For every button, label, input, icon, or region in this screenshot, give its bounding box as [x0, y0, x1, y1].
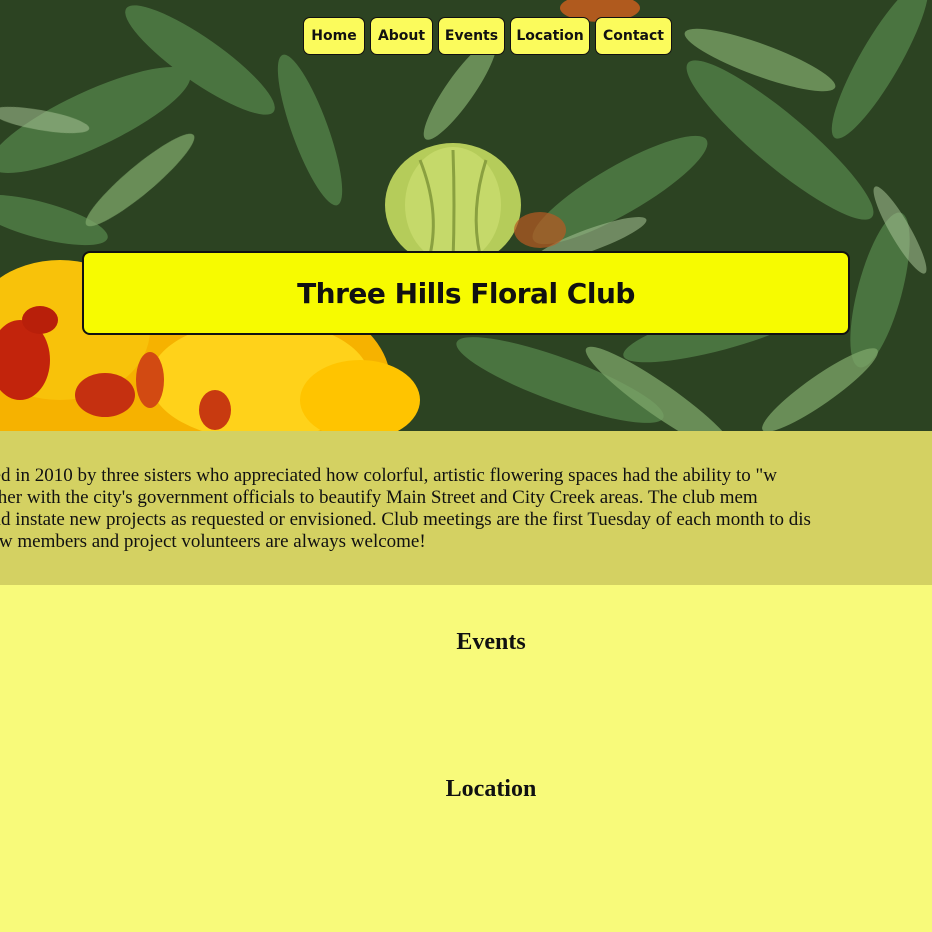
- location-heading: Location: [445, 776, 537, 802]
- nav-home-button[interactable]: Home: [303, 17, 365, 55]
- hero-banner: Home About Events Location Contact Three…: [0, 0, 932, 431]
- about-line: The club was established in 2010 by thre…: [0, 465, 777, 486]
- events-section: Events: [25, 629, 932, 656]
- main-nav: Home About Events Location Contact: [303, 17, 672, 55]
- about-line: upcoming planning. New members and proje…: [0, 531, 426, 552]
- location-section: Location: [25, 776, 932, 803]
- about-line: maintained, nurtured and instate new pro…: [0, 509, 811, 530]
- nav-contact-button[interactable]: Contact: [595, 17, 672, 55]
- about-section: The club was established in 2010 by thre…: [0, 431, 932, 585]
- nav-about-button[interactable]: About: [370, 17, 433, 55]
- about-text: The club was established in 2010 by thre…: [0, 465, 932, 553]
- nav-location-button[interactable]: Location: [510, 17, 590, 55]
- site-title: Three Hills Floral Club: [297, 276, 635, 310]
- nav-events-button[interactable]: Events: [438, 17, 505, 55]
- events-heading: Events: [456, 629, 526, 655]
- site-title-banner: Three Hills Floral Club: [82, 251, 850, 335]
- about-line: The Keys worked together with the city's…: [0, 487, 758, 508]
- flower-background-image: [0, 0, 932, 431]
